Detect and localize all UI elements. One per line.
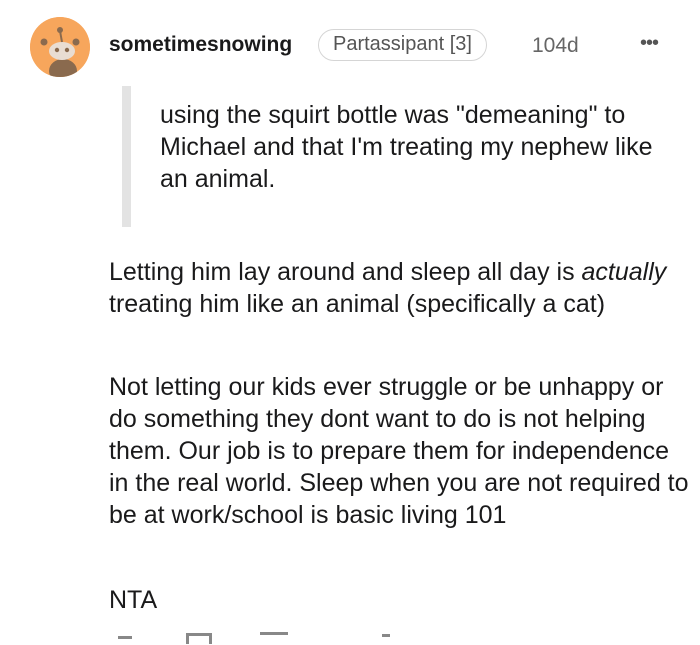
comment-age[interactable]: 104d — [532, 34, 579, 58]
reply-icon[interactable] — [260, 632, 288, 645]
comment-paragraph-3: NTA — [109, 586, 158, 614]
award-icon[interactable] — [382, 634, 390, 645]
comment-paragraph-2: Not letting our kids ever struggle or be… — [109, 373, 689, 529]
downvote-icon[interactable] — [186, 633, 212, 644]
ellipsis-icon[interactable]: ••• — [640, 32, 659, 55]
blockquote-text: using the squirt bottle was "demeaning" … — [160, 101, 653, 193]
comment-paragraph-1: Letting him lay around and sleep all day… — [109, 256, 689, 320]
snoo-avatar-icon — [30, 17, 90, 77]
comment-action-bar — [110, 630, 670, 645]
username[interactable]: sometimesnowing — [109, 33, 292, 57]
upvote-icon[interactable] — [118, 636, 132, 645]
paragraph-1-emphasis: actually — [581, 258, 667, 286]
blockquote-bar — [122, 86, 131, 227]
paragraph-1-text-end: treating him like an animal (specificall… — [109, 290, 606, 318]
paragraph-1-text: Letting him lay around and sleep all day… — [109, 258, 582, 286]
avatar[interactable] — [30, 17, 90, 77]
user-flair: Partassipant [3] — [318, 29, 487, 61]
